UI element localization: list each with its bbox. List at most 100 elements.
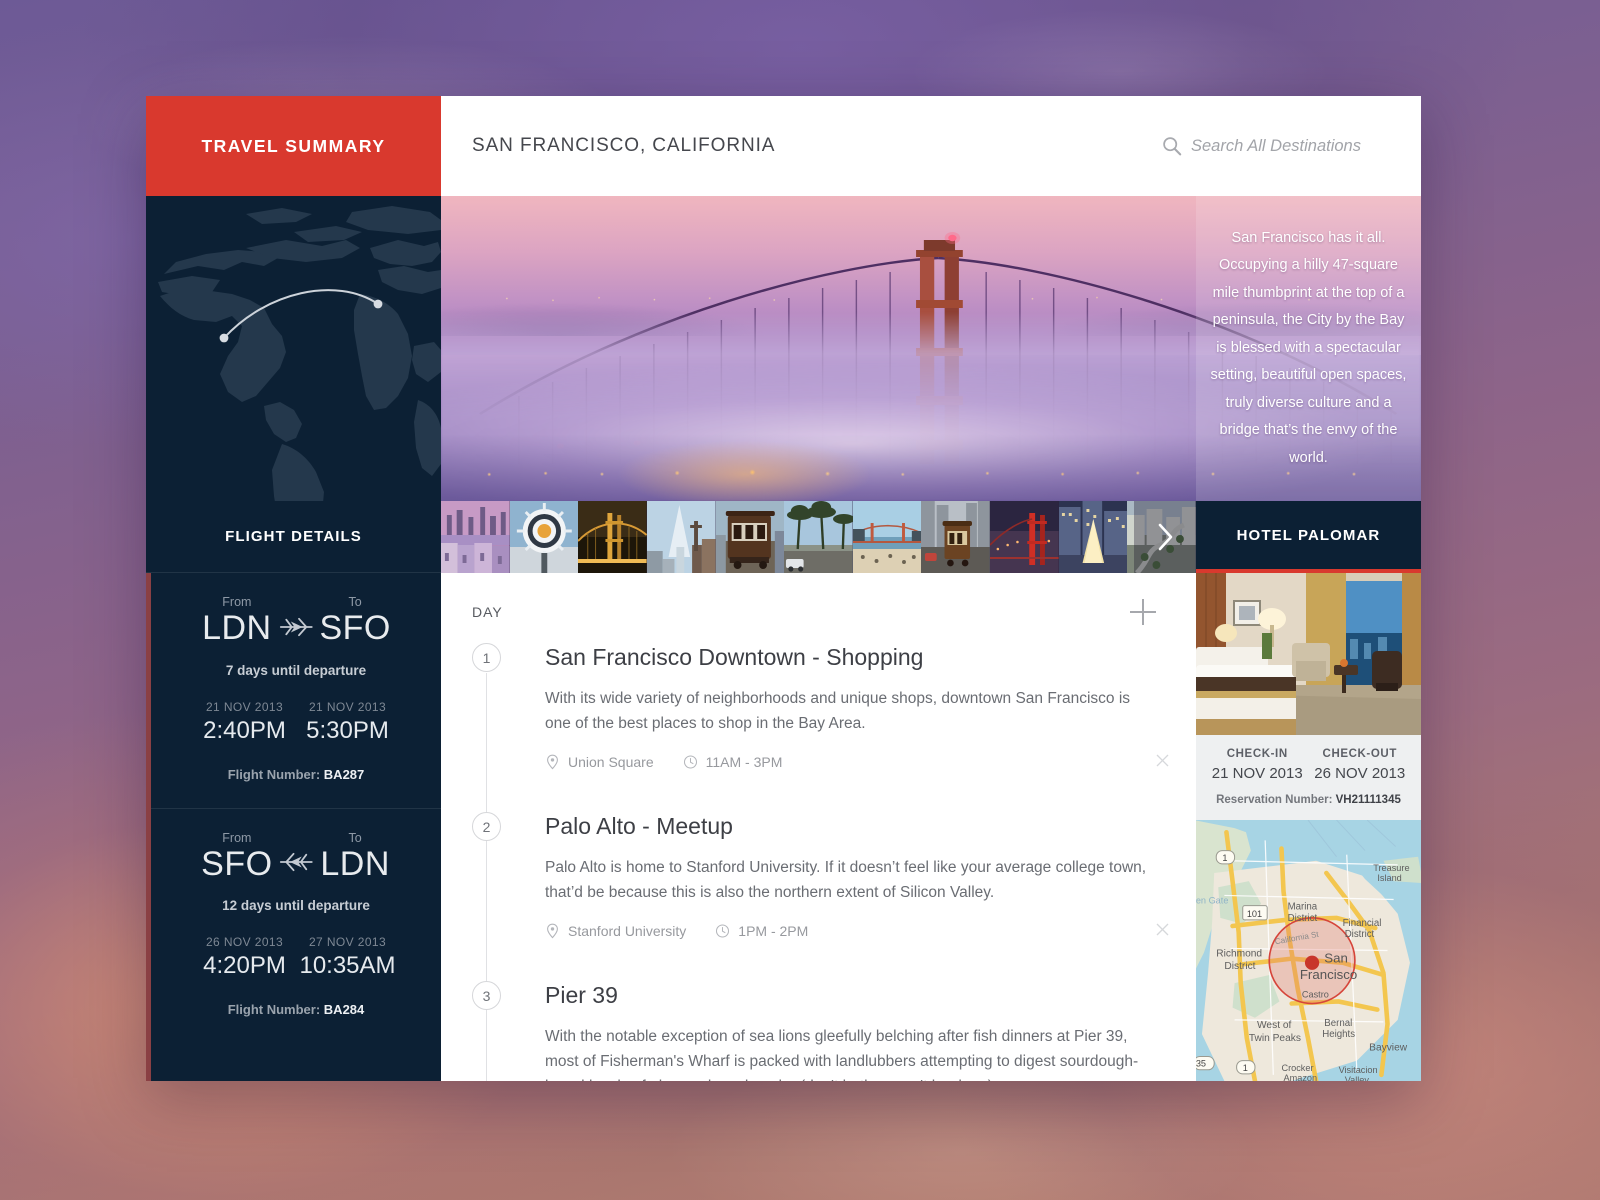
top-bar: SAN FRANCISCO, CALIFORNIA bbox=[441, 96, 1421, 196]
activity-time-text-2: 1PM - 2PM bbox=[738, 923, 808, 939]
brand-header: TRAVEL SUMMARY bbox=[146, 96, 441, 196]
map-graphic: Treasure Island Marina District Financia… bbox=[1196, 820, 1421, 1081]
arrive-block: 21 NOV 2013 5:30PM bbox=[296, 700, 399, 745]
remove-activity-icon-2[interactable] bbox=[1155, 922, 1170, 937]
reservation-prefix: Reservation Number: bbox=[1216, 794, 1332, 806]
activity-description-2: Palo Alto is home to Stanford University… bbox=[545, 855, 1156, 905]
destination-block: To SFO bbox=[313, 595, 397, 647]
depart-block-return: 26 NOV 2013 4:20PM bbox=[193, 935, 296, 980]
map-label-san: San bbox=[1324, 951, 1348, 966]
gallery-thumb-union-square-tree[interactable] bbox=[1059, 501, 1128, 573]
arrive-date-return: 27 NOV 2013 bbox=[296, 935, 399, 949]
add-activity-button[interactable] bbox=[1130, 599, 1156, 625]
svg-text:1: 1 bbox=[1243, 1063, 1248, 1073]
gallery-thumb-painted-ladies[interactable] bbox=[441, 501, 510, 573]
origin-code-return: SFO bbox=[195, 847, 279, 883]
activity-location-2: Stanford University bbox=[545, 923, 686, 939]
flight-times-outbound: 21 NOV 2013 2:40PM 21 NOV 2013 5:30PM bbox=[177, 700, 415, 745]
map-label-heights: Heights bbox=[1322, 1029, 1355, 1040]
hero-image: San Francisco has it all. Occupying a hi… bbox=[441, 196, 1421, 501]
svg-text:35: 35 bbox=[1196, 1059, 1206, 1069]
map-label-bernal: Bernal bbox=[1324, 1018, 1352, 1029]
search-icon bbox=[1162, 136, 1182, 156]
travel-summary-window: TRAVEL SUMMARY SAN FRANCISCO, CALIFORNIA bbox=[146, 96, 1421, 1081]
gallery-thumb-palm-trees[interactable] bbox=[784, 501, 853, 573]
map-label-bayview: Bayview bbox=[1369, 1042, 1408, 1053]
gallery-thumb-cable-car-hill[interactable] bbox=[716, 501, 785, 573]
gallery-thumb-baker-beach[interactable] bbox=[853, 501, 922, 573]
checkin-block: CHECK-IN 21 NOV 2013 bbox=[1206, 748, 1309, 782]
map-label-francisco: Francisco bbox=[1300, 967, 1357, 982]
from-label-return: From bbox=[195, 831, 279, 845]
flight-route-outbound: From LDN To SFO bbox=[177, 595, 415, 647]
flight-number-outbound: Flight Number: BA287 bbox=[177, 767, 415, 782]
activity-location-text-1: Union Square bbox=[568, 754, 654, 770]
from-label: From bbox=[195, 595, 279, 609]
map-label-island: Island bbox=[1377, 873, 1401, 883]
flight-number-value-return: BA284 bbox=[324, 1002, 364, 1017]
itinerary-panel: DAY 1 San Francisco Downtown - Shopping … bbox=[441, 573, 1196, 1081]
step-badge-3: 3 bbox=[472, 981, 501, 1010]
destination-block-return: To LDN bbox=[313, 831, 397, 883]
reservation-line: Reservation Number: VH21111345 bbox=[1206, 794, 1411, 806]
search-box[interactable] bbox=[1162, 136, 1391, 156]
hotel-room-photo bbox=[1196, 573, 1421, 735]
map-label-valley: Valley bbox=[1345, 1075, 1370, 1081]
map-label-golden-gate: len Gate bbox=[1196, 896, 1228, 906]
map-label-twin-peaks: Twin Peaks bbox=[1249, 1033, 1301, 1044]
search-input[interactable] bbox=[1191, 137, 1391, 156]
reservation-number: VH21111345 bbox=[1336, 794, 1401, 806]
arrive-time: 5:30PM bbox=[296, 717, 399, 745]
gallery-thumb-cable-car-california[interactable] bbox=[921, 501, 990, 573]
checkin-date: 21 NOV 2013 bbox=[1206, 765, 1309, 782]
activity-description-3: With the notable exception of sea lions … bbox=[545, 1024, 1156, 1081]
depart-date-return: 26 NOV 2013 bbox=[193, 935, 296, 949]
plane-right-icon bbox=[279, 612, 314, 642]
activity-time-1: 11AM - 3PM bbox=[683, 754, 783, 770]
gallery-thumb-wharf-sign[interactable] bbox=[510, 501, 579, 573]
world-map-panel bbox=[146, 196, 441, 501]
map-label-amazon: Amazon bbox=[1284, 1073, 1318, 1081]
checkout-label: CHECK-OUT bbox=[1309, 748, 1412, 760]
itinerary-item-3[interactable]: 3 Pier 39 With the notable exception of … bbox=[472, 981, 1156, 1081]
flight-times-return: 26 NOV 2013 4:20PM 27 NOV 2013 10:35AM bbox=[177, 935, 415, 980]
countdown-outbound: 7 days until departure bbox=[177, 663, 415, 678]
flight-number-value: BA287 bbox=[324, 767, 364, 782]
page-title: SAN FRANCISCO, CALIFORNIA bbox=[472, 135, 1162, 157]
gallery-thumb-transamerica[interactable] bbox=[647, 501, 716, 573]
hotel-name: HOTEL PALOMAR bbox=[1237, 527, 1381, 544]
map-label-richmond: Richmond bbox=[1216, 949, 1262, 960]
flight-details-label: FLIGHT DETAILS bbox=[225, 528, 362, 545]
gallery-next-button[interactable] bbox=[1134, 501, 1196, 573]
stay-dates-row: CHECK-IN 21 NOV 2013 CHECK-OUT 26 NOV 20… bbox=[1206, 748, 1411, 782]
flight-number-return: Flight Number: BA284 bbox=[177, 1002, 415, 1017]
itinerary-item-2[interactable]: 2 Palo Alto - Meetup Palo Alto is home t… bbox=[472, 812, 1156, 951]
depart-time-return: 4:20PM bbox=[193, 952, 296, 980]
flight-details-header: FLIGHT DETAILS bbox=[146, 501, 441, 573]
depart-time: 2:40PM bbox=[193, 717, 296, 745]
gallery-thumbnail-strip[interactable] bbox=[441, 501, 1196, 573]
hotel-location-map[interactable]: Treasure Island Marina District Financia… bbox=[1196, 820, 1421, 1081]
gallery-thumb-bridge-sunset[interactable] bbox=[578, 501, 647, 573]
countdown-return: 12 days until departure bbox=[177, 898, 415, 913]
hotel-panel: CHECK-IN 21 NOV 2013 CHECK-OUT 26 NOV 20… bbox=[1196, 573, 1421, 1081]
depart-block: 21 NOV 2013 2:40PM bbox=[193, 700, 296, 745]
svg-text:101: 101 bbox=[1247, 909, 1262, 919]
itinerary-timeline: 1 San Francisco Downtown - Shopping With… bbox=[472, 643, 1156, 1081]
gallery-thumb-bridge-fog-red[interactable] bbox=[990, 501, 1059, 573]
flight-number-prefix-return: Flight Number: bbox=[228, 1002, 320, 1017]
checkout-date: 26 NOV 2013 bbox=[1309, 765, 1412, 782]
remove-activity-icon-1[interactable] bbox=[1155, 753, 1170, 768]
activity-time-text-1: 11AM - 3PM bbox=[706, 754, 783, 770]
itinerary-item-1[interactable]: 1 San Francisco Downtown - Shopping With… bbox=[472, 643, 1156, 782]
arrive-date: 21 NOV 2013 bbox=[296, 700, 399, 714]
chevron-right-icon bbox=[1155, 522, 1175, 552]
flights-panel: From LDN To SFO 7 days until departure 2… bbox=[146, 573, 441, 1081]
origin-marker bbox=[220, 334, 229, 343]
map-label-marina-district: District bbox=[1288, 913, 1318, 924]
map-pin-icon bbox=[545, 923, 560, 939]
step-badge-1: 1 bbox=[472, 643, 501, 672]
step-badge-2: 2 bbox=[472, 812, 501, 841]
map-label-west-of: West of bbox=[1257, 1020, 1292, 1031]
day-label: DAY bbox=[472, 604, 503, 620]
